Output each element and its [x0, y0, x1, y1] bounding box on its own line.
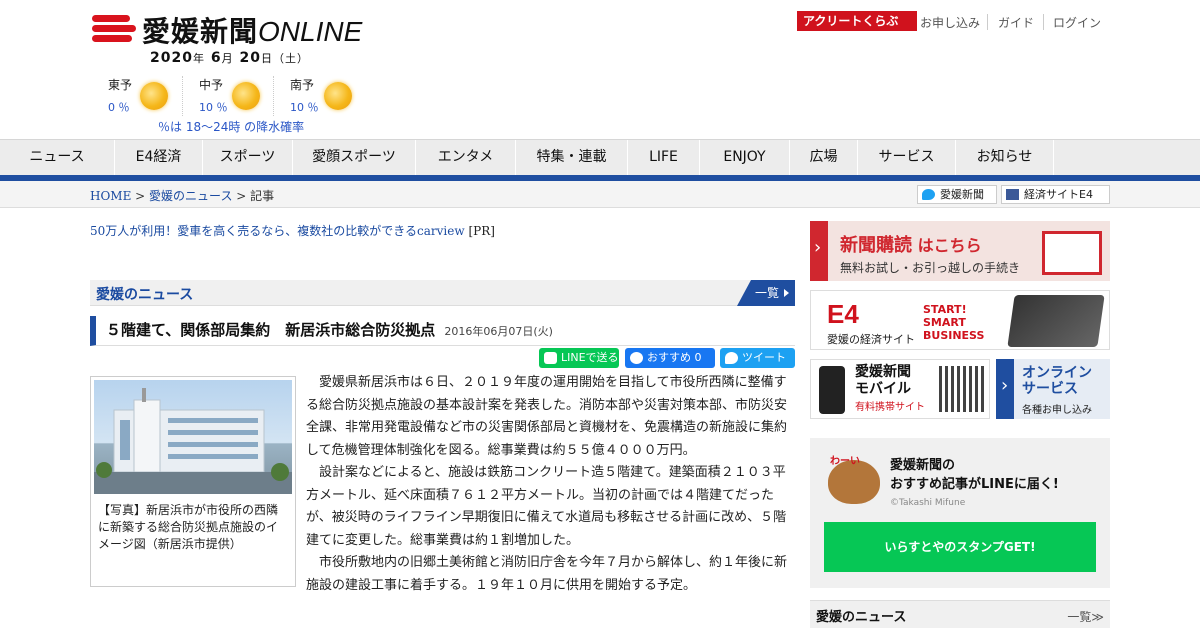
twitter-follow-button[interactable]: 愛媛新聞 — [917, 185, 997, 204]
chevron-right-icon — [996, 359, 1014, 419]
article-title: ５階建て、関係部局集約 新居浜市総合防災拠点 — [106, 321, 436, 339]
facebook-recommend-button[interactable]: おすすめ 0 — [625, 348, 715, 368]
nav-hiroba[interactable]: 広場 — [790, 140, 858, 175]
e4-logo: E4 — [827, 299, 859, 329]
weather-toyo: 東予 0 ％ — [108, 76, 178, 115]
nav-e4[interactable]: E4経済 — [115, 140, 203, 175]
nav-sports[interactable]: スポーツ — [203, 140, 293, 175]
e4-business-banner[interactable]: E4 愛媛の経済サイト START! SMART BUSINESS — [810, 290, 1110, 350]
line-stamp-button[interactable]: いらすとやのスタンプGET! — [824, 522, 1096, 572]
apply-link[interactable]: お申し込み — [920, 14, 980, 31]
side-news-title: 愛媛のニュース — [816, 610, 907, 625]
nav-enjoy[interactable]: ENJOY — [700, 140, 790, 175]
site-logo[interactable]: 愛媛新聞ONLINE — [92, 10, 362, 50]
guide-link[interactable]: ガイド — [998, 14, 1034, 31]
nav-service[interactable]: サービス — [858, 140, 956, 175]
nav-features[interactable]: 特集・連載 — [516, 140, 628, 175]
side-news-more-link[interactable]: 一覧≫ — [1067, 608, 1104, 625]
qr-code-icon — [939, 366, 985, 412]
photo-caption: 【写真】新居浜市が市役所の西隣に新築する総合防災拠点施設のイメージ図（新居浜市提… — [98, 503, 279, 551]
logo-mark-icon — [92, 13, 136, 47]
nav-info[interactable]: お知らせ — [956, 140, 1054, 175]
article-headline: ５階建て、関係部局集約 新居浜市総合防災拠点 2016年06月07日(火) — [90, 316, 795, 346]
article-paragraph: 設計案などによると、施設は鉄筋コンクリート造５階建て。建築面積２１０３平方メート… — [306, 465, 787, 548]
twitter-icon — [725, 352, 738, 364]
article-photo: 【写真】新居浜市が市役所の西隣に新築する総合防災拠点施設のイメージ図（新居浜市提… — [90, 376, 296, 587]
facebook-icon — [630, 352, 643, 364]
weather-chuyo: 中予 10 ％ — [199, 76, 269, 115]
tablet-icon — [1007, 295, 1105, 347]
twitter-icon — [922, 189, 935, 200]
line-promo-box: わーい 愛媛新聞の おすすめ記事がLINEに届く! ©Takashi Mifune… — [810, 438, 1110, 588]
breadcrumb-category[interactable]: 愛媛のニュース — [149, 189, 232, 203]
nav-entame[interactable]: エンタメ — [416, 140, 516, 175]
section-title: 愛媛のニュース — [96, 287, 194, 303]
article-paragraph: 市役所敷地内の旧郷土美術館と消防旧庁舎を今年７月から解体し、約１年後に新施設の建… — [306, 555, 788, 593]
logo-text: 愛媛新聞ONLINE — [142, 15, 363, 48]
line-share-button[interactable]: LINEで送る — [539, 348, 619, 368]
nav-life[interactable]: LIFE — [628, 140, 700, 175]
side-news-header: 愛媛のニュース 一覧≫ — [810, 600, 1110, 628]
breadcrumb-current: 記事 — [250, 189, 275, 203]
nav-egao-sports[interactable]: 愛顔スポーツ — [293, 140, 416, 175]
facebook-e4-button[interactable]: 経済サイトE4 — [1001, 185, 1110, 204]
mobile-banner[interactable]: 愛媛新聞 モバイル 有料携帯サイト — [810, 359, 990, 419]
global-nav: ニュース E4経済 スポーツ 愛顔スポーツ エンタメ 特集・連載 LIFE EN… — [0, 139, 1200, 175]
weather-note: ％は 18～24時 の降水確率 — [158, 120, 305, 134]
chevron-right-icon — [810, 221, 828, 281]
subscribe-banner[interactable]: 新聞購読 はこちら 無料お試し・お引っ越しの手続き — [810, 221, 1110, 281]
acli-club-link[interactable]: アクリートくらぶ — [797, 11, 917, 31]
nav-news[interactable]: ニュース — [0, 140, 115, 175]
online-service-banner[interactable]: オンラインサービス 各種お申し込み — [996, 359, 1110, 419]
newspaper-icon — [1042, 231, 1102, 275]
login-link[interactable]: ログイン — [1053, 14, 1101, 31]
sun-icon — [232, 82, 260, 110]
sun-icon — [324, 82, 352, 110]
phone-icon — [819, 366, 845, 414]
article-body: 愛媛県新居浜市は６日、２０１９年度の運用開始を目指して市役所西隣に整備する総合防… — [306, 372, 790, 597]
weather-nanyo: 南予 10 ％ — [290, 76, 360, 115]
sun-icon — [140, 82, 168, 110]
article-date: 2016年06月07日(火) — [444, 325, 553, 338]
pr-link[interactable]: 50万人が利用！愛車を高く売るなら、複数社の比較ができるcarview [PR] — [90, 222, 495, 239]
tweet-button[interactable]: ツイート — [720, 348, 795, 368]
line-icon — [544, 352, 557, 364]
facebook-icon — [1006, 189, 1019, 200]
building-image[interactable] — [94, 380, 292, 494]
section-header: 愛媛のニュース — [90, 280, 795, 306]
article-paragraph: 愛媛県新居浜市は６日、２０１９年度の運用開始を目指して市役所西隣に整備する総合防… — [306, 375, 788, 458]
current-date: 2020年 6月 20日（土） — [150, 50, 309, 66]
breadcrumb-home[interactable]: HOME — [90, 189, 131, 203]
breadcrumb: HOME > 愛媛のニュース > 記事 — [90, 189, 275, 203]
